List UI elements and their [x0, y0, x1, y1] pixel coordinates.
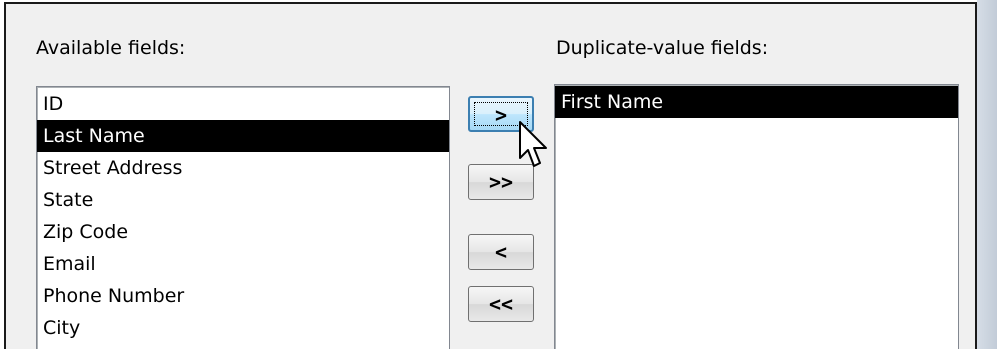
duplicate-fields-list[interactable]: First Name — [554, 84, 959, 349]
list-item[interactable]: Zip Code — [37, 216, 449, 248]
list-item[interactable]: City — [37, 312, 449, 344]
list-item[interactable]: Email — [37, 248, 449, 280]
list-item[interactable]: Last Name — [37, 120, 449, 152]
remove-field-button[interactable]: < — [468, 234, 534, 270]
list-item[interactable]: Street Address — [37, 152, 449, 184]
remove-all-fields-button[interactable]: << — [468, 286, 534, 322]
available-fields-list[interactable]: ID Last Name Street Address State Zip Co… — [36, 86, 450, 349]
arrow-cursor-icon — [519, 121, 547, 167]
available-fields-label: Available fields: — [36, 37, 186, 59]
list-item[interactable]: First Name — [555, 86, 958, 118]
window-edge — [977, 0, 997, 349]
list-item[interactable]: ID — [37, 88, 449, 120]
list-item[interactable]: State — [37, 184, 449, 216]
duplicate-fields-label: Duplicate-value fields: — [556, 37, 769, 59]
list-item[interactable]: Phone Number — [37, 280, 449, 312]
find-duplicates-dialog: Available fields: Duplicate-value fields… — [0, 0, 997, 349]
